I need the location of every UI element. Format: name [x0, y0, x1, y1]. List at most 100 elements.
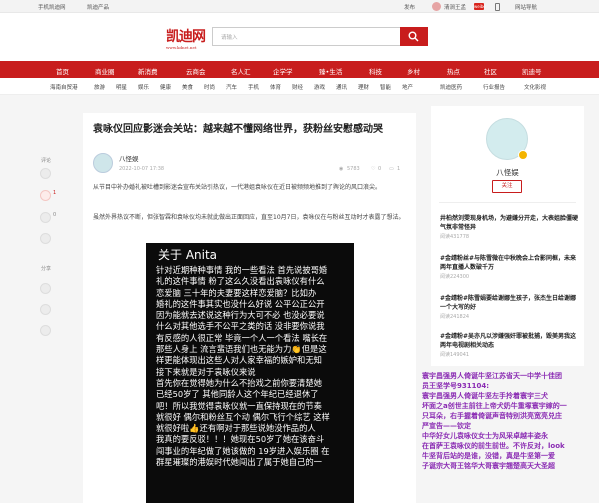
subnav-item[interactable]: 美食	[182, 83, 193, 91]
nav-item-enterprise[interactable]: 企学学	[273, 66, 293, 76]
weibo-share-icon[interactable]	[40, 283, 51, 294]
like-icon[interactable]	[40, 190, 51, 201]
comment-label: 评论	[41, 158, 52, 164]
nav-item-cloud[interactable]: 云商会	[186, 66, 206, 76]
screenshot-line: 有反感的人很正常 毕竟一个人一个看法 嘴长在	[156, 332, 328, 343]
subnav-item[interactable]: 娱乐	[138, 83, 149, 91]
subnav-item[interactable]: 明星	[116, 83, 127, 91]
related-article-title[interactable]: #金靖粉丝#与陈雪微在中秋晚会上合影同框，未来两年直播人数破千万	[440, 254, 580, 272]
author-name[interactable]: 八怪娱	[119, 153, 139, 163]
favorite-icon[interactable]	[40, 212, 51, 223]
publish-link[interactable]: 发布	[404, 3, 415, 11]
search-input[interactable]: 请输入	[212, 27, 400, 46]
related-article-reads: 阅读224300	[440, 274, 470, 280]
subnav-item[interactable]: 健康	[160, 83, 171, 91]
screenshot-line: 就很好 偶尔和粉丝互个动 偶尔飞行个综艺 这样	[156, 411, 330, 422]
article-screenshot-image: 关于 Anita 针对近期种种事情 我的一些看法 首先说披哥婚 礼的这件事情 粉…	[146, 243, 354, 503]
related-article[interactable]: #金靖粉#陈雪娟要给谢娜生孩子，张杰生日给谢娜一个大写的好 阅读241824	[440, 294, 580, 320]
report-icon[interactable]	[40, 233, 51, 244]
related-article[interactable]: #金靖粉#吴亦凡以涉嫌强奸罪被批捕，毁美男我这两年电视剧相关动态 阅读14904…	[440, 332, 580, 358]
subnav-item[interactable]: 手机	[248, 83, 259, 91]
search-button[interactable]	[400, 27, 428, 46]
nav-item-consumer[interactable]: 新消费	[138, 66, 158, 76]
nav-item-celebrity[interactable]: 名人汇	[231, 66, 251, 76]
nav-item-life[interactable]: 臻•生活	[319, 66, 342, 76]
screenshot-line: 就很好啦👍还有啊对于那些说她没作品的人	[156, 423, 316, 434]
related-article-reads: 阅读149041	[440, 352, 470, 358]
related-article[interactable]: 井柏然刘雯现身机场，为避嫌分开走，大表姐脸僵硬气氛非常怪异 阅读431778	[440, 214, 580, 240]
nav-item-hot[interactable]: 热点	[447, 66, 460, 76]
site-guide-link[interactable]: 网站导航	[515, 3, 537, 11]
screenshot-line: 那些人身上 流言蜚语我们也无能为力👏但是这	[156, 344, 327, 355]
like-small-icon: ♡	[371, 166, 376, 172]
screenshot-line: 针对近期种种事情 我的一些看法 首先说披哥婚	[156, 265, 328, 275]
ad-line: 只耳朵，右手握着倚诞声音特别洪亮宽亮兑庄	[422, 412, 562, 420]
like-small-count: 0	[378, 166, 382, 172]
follow-button[interactable]: 关注	[492, 180, 522, 193]
related-article-title[interactable]: #金靖粉#陈雪娟要给谢娜生孩子，张杰生日给谢娜一个大写的好	[440, 294, 580, 312]
share-label: 分享	[41, 266, 52, 272]
mobile-site-link[interactable]: 手机凯迪网	[38, 3, 66, 11]
related-article-reads: 阅读241824	[440, 314, 470, 320]
ad-line: 子诞宗大哥王铭华大哥寰宇翘楚高天大圣超	[422, 462, 555, 470]
nav-item-kaidihao[interactable]: 凯迪号	[522, 66, 542, 76]
screenshot-title: 关于 Anita	[158, 248, 218, 262]
search-placeholder: 请输入	[221, 35, 238, 41]
subnav-item[interactable]: 通讯	[336, 83, 347, 91]
subnav-item[interactable]: 地产	[402, 83, 413, 91]
sub-nav: 海南自贸港 旅游 明星 娱乐 健康 美食 时尚 汽车 手机 体育 财经 游戏 通…	[0, 78, 599, 95]
subnav-item[interactable]: 财经	[292, 83, 303, 91]
screenshot-line: 首先你在觉得她为什么不抬戏之前你要清楚她	[156, 377, 322, 388]
nav-item-home[interactable]: 首页	[56, 66, 69, 76]
related-article[interactable]: #金靖粉丝#与陈雪微在中秋晚会上合影同框，未来两年直播人数破千万 阅读22430…	[440, 254, 580, 280]
screenshot-line: 样更能体现出这些人对人家幸福的嫉妒和无知	[156, 355, 322, 366]
screenshot-line: 群星璀璨的港娱时代她闯出了属于她自己的一	[156, 457, 322, 468]
comment-icon[interactable]	[40, 168, 51, 179]
screenshot-line: 我真的要反驳！！！她现在50岁了她在该奋斗	[156, 434, 325, 445]
logo-text: 凯迪网	[166, 29, 206, 45]
subnav-item[interactable]: 时尚	[204, 83, 215, 91]
screenshot-line: 吧！所以我觉得袁咏仪就一直保持现在的节奏	[156, 400, 322, 411]
subnav-item[interactable]: 文化影视	[524, 83, 546, 91]
subnav-item[interactable]: 体育	[270, 83, 281, 91]
screenshot-line: 接下来就是对于袁咏仪来说	[156, 366, 256, 377]
comment-small-icon: ▭	[389, 166, 394, 172]
related-article-reads: 阅读431778	[440, 234, 470, 240]
overlay-ad-text: 寰宇昌强男人倚诞牛坚江苏省天一中学十佳团 员王坚学号931104: 寰宇昌强男人…	[422, 371, 596, 503]
verified-badge-icon	[518, 150, 528, 160]
logo-url: www.kdnet.net	[166, 45, 197, 50]
user-avatar[interactable]	[432, 2, 441, 11]
nav-item-tech[interactable]: 科技	[369, 66, 382, 76]
username-link[interactable]: 清涧王孟	[444, 3, 466, 11]
related-article-title[interactable]: #金靖粉#吴亦凡以涉嫌强奸罪被批捕，毁美男我这两年电视剧相关动态	[440, 332, 580, 350]
author-avatar[interactable]	[93, 153, 113, 173]
subnav-item[interactable]: 行业报告	[483, 83, 505, 91]
ad-line: 牛坚背后站的是谁，没错，真是牛坚第一爱	[422, 452, 555, 460]
wechat-share-icon[interactable]	[40, 325, 51, 336]
screenshot-line: 恋爱脑 三十年的夫妻要这样恋爱脑？比如办	[156, 287, 317, 298]
screenshot-line: 什么对其他选手不公平之类的话 没非要你说我	[156, 321, 325, 332]
related-article-title[interactable]: 井柏然刘雯现身机场，为避嫌分开走，大表姐脸僵硬气氛非常怪异	[440, 214, 580, 232]
sidebar-author-name[interactable]: 八怪娱	[431, 167, 584, 178]
qq-share-icon[interactable]	[40, 304, 51, 315]
site-logo[interactable]: 凯迪网 www.kdnet.net	[166, 26, 206, 50]
subnav-item[interactable]: 海南自贸港	[50, 83, 78, 91]
nav-item-community[interactable]: 社区	[484, 66, 497, 76]
divider	[439, 202, 576, 203]
search-icon	[408, 31, 419, 42]
nav-item-rural[interactable]: 乡村	[407, 66, 420, 76]
article-card: 袁咏仪回应影迷会关站：越来越不懂网络世界，获粉丝安慰感动哭 八怪娱 2022-1…	[83, 113, 416, 503]
subnav-item[interactable]: 智能	[380, 83, 391, 91]
weibo-icon[interactable]: weibo	[474, 3, 486, 10]
nav-item-business[interactable]: 商业圈	[95, 66, 115, 76]
products-link[interactable]: 凯迪产品	[87, 3, 109, 11]
subnav-item[interactable]: 汽车	[226, 83, 237, 91]
article-title: 袁咏仪回应影迷会关站：越来越不懂网络世界，获粉丝安慰感动哭	[93, 124, 383, 135]
subnav-item[interactable]: 凯迪医药	[440, 83, 462, 91]
subnav-item[interactable]: 理财	[358, 83, 369, 91]
subnav-item[interactable]: 游戏	[314, 83, 325, 91]
mobile-phone-icon	[495, 3, 500, 11]
ad-line: 寰宇昌强男人倚诞牛坚左手拎着寰宇三犬	[422, 392, 548, 400]
subnav-item[interactable]: 旅游	[94, 83, 105, 91]
screenshot-line: 已经50岁了 其他同龄人这个年纪已经退休了	[156, 389, 319, 400]
